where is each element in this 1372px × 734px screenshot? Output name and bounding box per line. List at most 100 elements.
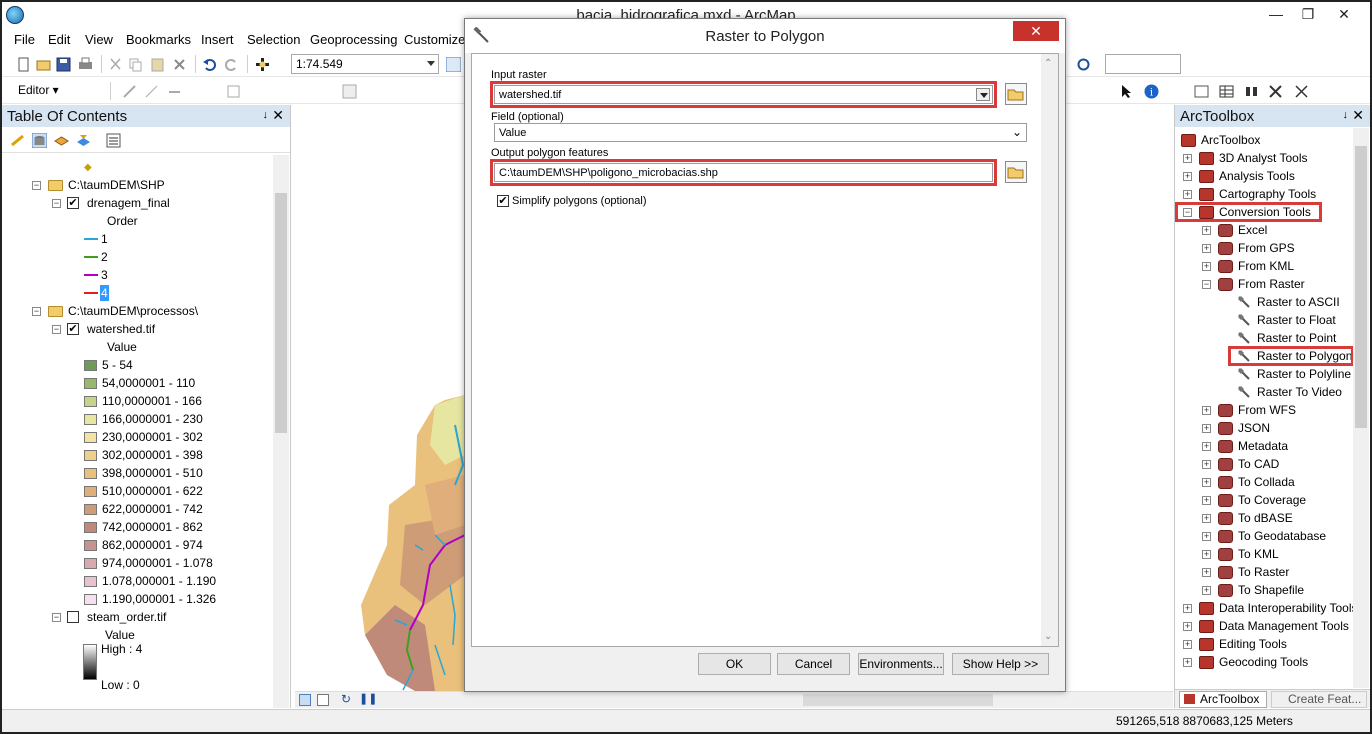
open-folder-icon[interactable] [36,57,51,72]
layout-view-icon[interactable] [317,694,329,706]
toolset-item[interactable]: To dBASE [1238,509,1293,527]
tool-item[interactable]: Raster to Polyline [1257,365,1351,383]
edit-vertices-icon[interactable] [226,84,241,99]
scroll-down-icon[interactable]: ⌄ [1044,631,1052,642]
edit-tool-icon[interactable] [122,84,137,99]
layer-visibility-checkbox[interactable]: ✔ [67,323,79,335]
pause-drawing-icon[interactable]: ❚❚ [359,692,377,705]
go-to-xy-icon[interactable] [1268,84,1283,99]
toolbox-item[interactable]: Data Management Tools [1219,617,1349,635]
trace-icon[interactable] [167,84,182,99]
legend-color-swatch[interactable] [84,594,97,605]
environments-button[interactable]: Environments... [858,653,944,675]
expand-toggle[interactable]: + [1183,154,1192,163]
toolbox-scrollbar[interactable] [1353,128,1369,688]
pin-icon[interactable]: ↓ [1343,109,1349,121]
expand-toggle[interactable]: − [52,613,61,622]
map-view[interactable] [295,105,466,691]
refresh-view-icon[interactable]: ↻ [341,692,351,706]
redo-icon[interactable] [224,57,239,72]
toolset-item[interactable]: From KML [1238,257,1294,275]
cancel-button[interactable]: Cancel [777,653,850,675]
legend-color-swatch[interactable] [84,450,97,461]
expand-toggle[interactable]: + [1183,172,1192,181]
expand-toggle[interactable]: + [1202,406,1211,415]
tool-item[interactable]: Raster to Point [1257,329,1336,347]
toc-scroll-thumb[interactable] [275,193,287,433]
toolset-item[interactable]: From Raster [1238,275,1305,293]
expand-toggle[interactable]: − [52,325,61,334]
expand-toggle[interactable]: + [1202,550,1211,559]
legend-color-swatch[interactable] [84,504,97,515]
toolset-item[interactable]: JSON [1238,419,1270,437]
legend-color-swatch[interactable] [84,396,97,407]
find-icon[interactable] [1244,84,1259,99]
legend-color-swatch[interactable] [84,522,97,533]
toolset-item[interactable]: To Coverage [1238,491,1306,509]
map-hscroll-thumb[interactable] [803,694,993,706]
legend-color-swatch[interactable] [84,486,97,497]
attributes-icon[interactable] [342,84,357,99]
expand-toggle[interactable]: − [52,199,61,208]
layer-visibility-checkbox[interactable] [67,611,79,623]
legend-color-swatch[interactable] [84,414,97,425]
toolbox-item[interactable]: Cartography Tools [1219,185,1316,203]
delete-icon[interactable] [172,57,187,72]
menu-edit[interactable]: Edit [48,32,70,47]
dialog-scrollbar[interactable]: ⌃ ⌄ [1041,54,1058,646]
simplify-polygons-checkbox[interactable]: ✔ [497,195,509,207]
toolset-item[interactable]: To Shapefile [1238,581,1304,599]
search-box[interactable] [1105,54,1181,74]
toolbox-item[interactable]: Analysis Tools [1219,167,1295,185]
expand-toggle[interactable]: + [1202,586,1211,595]
menu-bookmarks[interactable]: Bookmarks [126,32,191,47]
expand-toggle[interactable]: + [1202,460,1211,469]
tool-item[interactable]: Raster To Video [1257,383,1342,401]
toc-scrollbar[interactable] [273,155,289,708]
toolset-item[interactable]: To CAD [1238,455,1279,473]
print-icon[interactable] [78,57,93,72]
layer-visibility-checkbox[interactable]: ✔ [67,197,79,209]
layer-name[interactable]: watershed.tif [87,320,155,338]
expand-toggle[interactable]: + [1202,262,1211,271]
legend-color-swatch[interactable] [84,576,97,587]
toolbox-scroll-thumb[interactable] [1355,146,1367,428]
expand-toggle[interactable]: − [32,181,41,190]
toolset-item[interactable]: From WFS [1238,401,1296,419]
menu-geoprocessing[interactable]: Geoprocessing [310,32,397,47]
straight-segment-icon[interactable] [144,84,159,99]
menu-insert[interactable]: Insert [201,32,234,47]
html-popup-icon[interactable] [1194,84,1209,99]
dropdown-arrow-icon[interactable] [976,88,990,101]
expand-toggle[interactable]: + [1202,568,1211,577]
toolbox-item[interactable]: Editing Tools [1219,635,1287,653]
legend-color-swatch[interactable] [84,468,97,479]
expand-toggle[interactable]: + [1202,244,1211,253]
tool-item[interactable]: Raster to Float [1257,311,1336,329]
add-data-icon[interactable] [255,57,270,72]
list-by-drawing-order-icon[interactable] [10,133,25,148]
new-document-icon[interactable] [16,57,31,72]
show-help-button[interactable]: Show Help >> [952,653,1049,675]
legend-color-swatch[interactable] [84,540,97,551]
measure-icon[interactable] [1294,84,1309,99]
expand-toggle[interactable]: + [1202,226,1211,235]
minimize-button[interactable]: — [1260,4,1292,24]
tool-item[interactable]: Raster to ASCII [1257,293,1340,311]
scroll-up-icon[interactable]: ⌃ [1044,58,1052,69]
toolset-item[interactable]: Metadata [1238,437,1288,455]
cut-icon[interactable] [108,57,123,72]
legend-color-swatch[interactable] [84,378,97,389]
toolbox-item[interactable]: Geocoding Tools [1219,653,1308,671]
toolset-item[interactable]: From GPS [1238,239,1295,257]
expand-toggle[interactable]: + [1202,532,1211,541]
browse-input-button[interactable] [1005,83,1027,105]
legend-color-swatch[interactable] [84,432,97,443]
tab-create-features[interactable]: Create Feat... [1271,691,1367,708]
toc-close-icon[interactable]: ✕ [272,107,284,124]
menu-view[interactable]: View [85,32,113,47]
layer-name[interactable]: steam_order.tif [87,608,166,626]
expand-toggle[interactable]: + [1202,496,1211,505]
tree-root[interactable]: ArcToolbox [1201,131,1260,149]
output-features-input[interactable]: C:\taumDEM\SHP\poligono_microbacias.shp [494,163,993,182]
